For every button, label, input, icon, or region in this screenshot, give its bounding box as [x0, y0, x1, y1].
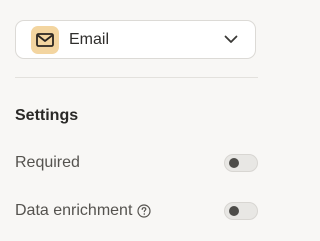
question-circle-icon[interactable] [137, 204, 151, 218]
required-row: Required [15, 152, 258, 174]
envelope-icon [31, 25, 59, 54]
toggle-knob [229, 158, 239, 168]
data-enrichment-toggle[interactable] [224, 202, 258, 220]
divider [15, 77, 258, 78]
settings-heading: Settings [15, 107, 79, 124]
data-enrichment-row: Data enrichment [15, 200, 258, 222]
required-label: Required [15, 154, 80, 171]
toggle-knob [229, 206, 239, 216]
required-toggle[interactable] [224, 154, 258, 172]
field-type-label: Email [69, 30, 110, 48]
field-type-select[interactable]: Email [15, 20, 256, 59]
data-enrichment-label: Data enrichment [15, 202, 151, 220]
chevron-down-icon [224, 33, 238, 47]
